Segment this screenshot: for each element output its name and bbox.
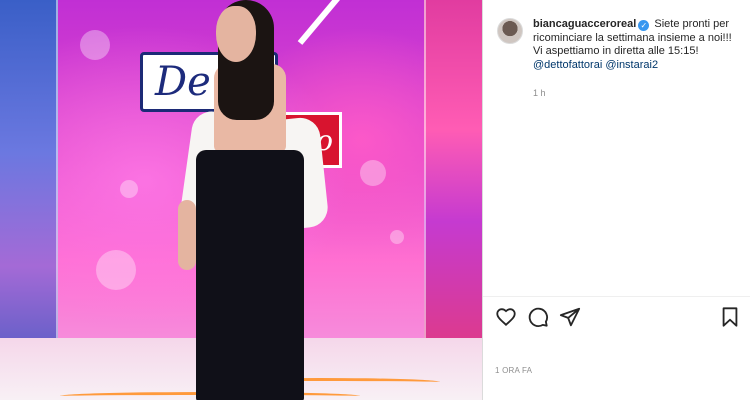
mention-link-dettofattorai[interactable]: @dettofattorai	[533, 59, 602, 71]
face	[216, 6, 256, 62]
led-panel-right	[424, 0, 482, 370]
action-bar	[495, 306, 745, 332]
caption-row: biancaguacceroreal ✓ Siete pronti per ric…	[497, 18, 743, 72]
divider	[483, 296, 750, 297]
black-trousers	[196, 150, 304, 400]
bokeh-light	[390, 230, 404, 244]
bokeh-light	[96, 250, 136, 290]
username-link[interactable]: biancaguacceroreal	[533, 18, 636, 30]
mention-link-instarai2[interactable]: @instarai2	[605, 59, 658, 71]
avatar[interactable]	[497, 18, 523, 44]
paper-plane-icon[interactable]	[559, 306, 583, 330]
arm-left	[178, 200, 196, 270]
post-photo[interactable]: De to	[0, 0, 482, 400]
bookmark-icon[interactable]	[719, 306, 743, 330]
verified-badge-icon: ✓	[638, 20, 650, 31]
comment-icon[interactable]	[527, 306, 551, 330]
bokeh-light	[80, 30, 110, 60]
post-sidebar: biancaguacceroreal ✓ Siete pronti per ric…	[482, 0, 750, 400]
bokeh-light	[120, 180, 138, 198]
comment-timestamp[interactable]: 1 h	[533, 88, 546, 98]
caption: biancaguacceroreal ✓ Siete pronti per ric…	[533, 18, 743, 72]
post-timestamp[interactable]: 1 ORA FA	[495, 366, 532, 375]
bokeh-light	[360, 160, 386, 186]
led-panel-left	[0, 0, 58, 380]
woman-figure	[168, 0, 338, 400]
heart-icon[interactable]	[495, 306, 519, 330]
